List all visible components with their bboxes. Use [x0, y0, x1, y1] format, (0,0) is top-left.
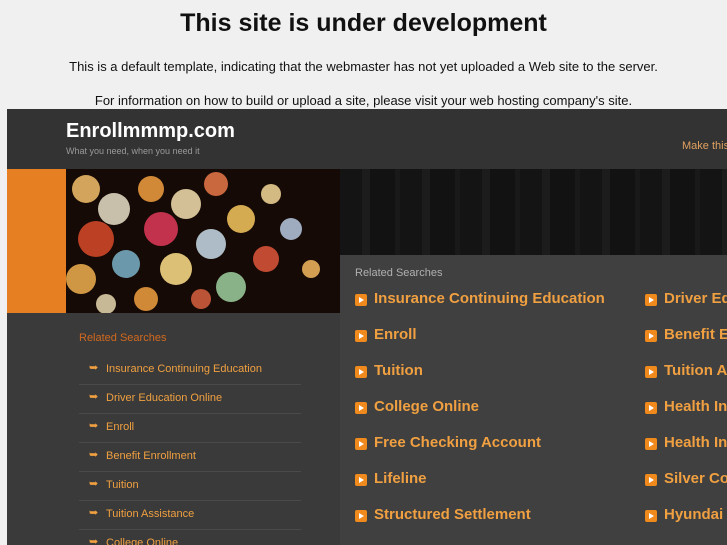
left-related-item[interactable]: ➥ Driver Education Online: [79, 385, 301, 414]
left-related-heading: Related Searches: [79, 332, 167, 344]
development-notice: This site is under development This is a…: [0, 0, 727, 108]
make-homepage-link[interactable]: Make this: [682, 140, 727, 152]
arrow-bullet-icon: [355, 474, 367, 486]
left-related-link[interactable]: College Online: [106, 537, 178, 545]
related-link[interactable]: Health Ins: [664, 434, 727, 451]
site-title[interactable]: Enrollmmmp.com: [66, 120, 235, 143]
related-column-2: Driver Ed Benefit E Tuition A Health Ins…: [645, 290, 727, 542]
related-item[interactable]: Health Ins: [645, 398, 727, 434]
related-item[interactable]: College Online: [355, 398, 635, 434]
related-item[interactable]: Hyundai I: [645, 506, 727, 542]
arrow-bullet-icon: ➥: [89, 536, 99, 545]
left-related-searches: Related Searches ➥ Insurance Continuing E…: [7, 313, 340, 545]
main-related-heading: Related Searches: [355, 267, 443, 279]
related-item[interactable]: Lifeline: [355, 470, 635, 506]
related-item[interactable]: Enroll: [355, 326, 635, 362]
related-item[interactable]: Health Ins: [645, 434, 727, 470]
parked-page: Enrollmmmp.com What you need, when you n…: [7, 109, 727, 545]
related-link[interactable]: Structured Settlement: [374, 506, 531, 523]
related-link[interactable]: Tuition: [374, 362, 423, 379]
related-link[interactable]: Hyundai I: [664, 506, 727, 523]
arrow-bullet-icon: [355, 294, 367, 306]
related-link[interactable]: Free Checking Account: [374, 434, 541, 451]
main-related-searches: Related Searches Insurance Continuing Ed…: [340, 255, 727, 545]
left-related-item[interactable]: ➥ Benefit Enrollment: [79, 443, 301, 472]
left-related-link[interactable]: Tuition: [106, 479, 139, 491]
arrow-bullet-icon: ➥: [89, 449, 99, 461]
left-related-item[interactable]: ➥ Tuition Assistance: [79, 501, 301, 530]
left-related-link[interactable]: Tuition Assistance: [106, 508, 194, 520]
left-related-link[interactable]: Benefit Enrollment: [106, 450, 196, 462]
arrow-bullet-icon: [645, 438, 657, 450]
arrow-bullet-icon: [355, 366, 367, 378]
arrow-bullet-icon: [645, 402, 657, 414]
left-related-link[interactable]: Insurance Continuing Education: [106, 363, 262, 375]
left-related-item[interactable]: ➥ Tuition: [79, 472, 301, 501]
arrow-bullet-icon: [645, 294, 657, 306]
notice-line-2: For information on how to build or uploa…: [94, 93, 633, 108]
related-link[interactable]: College Online: [374, 398, 479, 415]
accent-bar: [7, 169, 66, 313]
related-item[interactable]: Tuition: [355, 362, 635, 398]
arrow-bullet-icon: [645, 474, 657, 486]
related-item[interactable]: Structured Settlement: [355, 506, 635, 542]
arrow-bullet-icon: ➥: [89, 507, 99, 519]
related-item[interactable]: Driver Ed: [645, 290, 727, 326]
left-related-list: ➥ Insurance Continuing Education ➥ Driver …: [79, 356, 301, 545]
related-item[interactable]: Free Checking Account: [355, 434, 635, 470]
arrow-bullet-icon: ➥: [89, 391, 99, 403]
arrow-bullet-icon: ➥: [89, 362, 99, 374]
arrow-bullet-icon: ➥: [89, 478, 99, 490]
related-item[interactable]: Benefit E: [645, 326, 727, 362]
related-link[interactable]: Insurance Continuing Education: [374, 290, 605, 307]
arrow-bullet-icon: [645, 510, 657, 522]
related-link[interactable]: Tuition A: [664, 362, 727, 379]
related-item[interactable]: Insurance Continuing Education: [355, 290, 635, 326]
bokeh-image: [66, 169, 340, 313]
notice-title: This site is under development: [180, 9, 547, 37]
left-related-item[interactable]: ➥ Enroll: [79, 414, 301, 443]
related-link[interactable]: Benefit E: [664, 326, 727, 343]
related-item[interactable]: Silver Co: [645, 470, 727, 506]
left-related-link[interactable]: Driver Education Online: [106, 392, 222, 404]
related-column-1: Insurance Continuing Education Enroll Tu…: [355, 290, 635, 542]
arrow-bullet-icon: [355, 330, 367, 342]
related-link[interactable]: Health Ins: [664, 398, 727, 415]
arrow-bullet-icon: [355, 438, 367, 450]
related-link[interactable]: Enroll: [374, 326, 417, 343]
related-link[interactable]: Driver Ed: [664, 290, 727, 307]
site-tagline: What you need, when you need it: [66, 146, 200, 156]
related-link[interactable]: Lifeline: [374, 470, 427, 487]
arrow-bullet-icon: [355, 402, 367, 414]
left-related-item[interactable]: ➥ College Online: [79, 530, 301, 545]
left-related-link[interactable]: Enroll: [106, 421, 134, 433]
arrow-bullet-icon: ➥: [89, 420, 99, 432]
related-item[interactable]: Tuition A: [645, 362, 727, 398]
notice-line-1: This is a default template, indicating t…: [69, 59, 658, 74]
arrow-bullet-icon: [355, 510, 367, 522]
site-header: Enrollmmmp.com What you need, when you n…: [7, 109, 727, 169]
related-link[interactable]: Silver Co: [664, 470, 727, 487]
arrow-bullet-icon: [645, 330, 657, 342]
arrow-bullet-icon: [645, 366, 657, 378]
left-related-item[interactable]: ➥ Insurance Continuing Education: [79, 356, 301, 385]
